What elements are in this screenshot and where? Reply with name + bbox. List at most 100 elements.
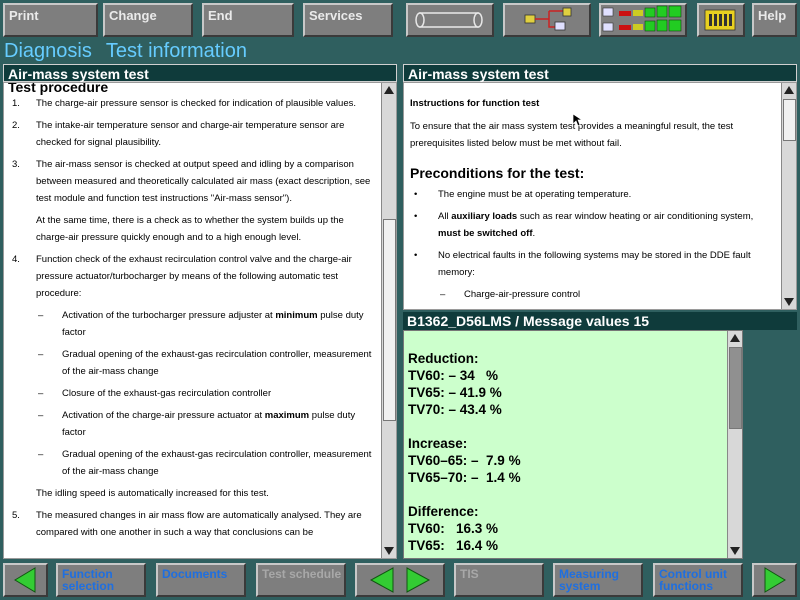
sub-list-item: – Closure of the exhaust-gas recirculatio… [8,385,378,402]
list-number: 2. [12,120,20,131]
preconditions-heading: Preconditions for the test: [410,165,585,181]
reduction-tv60: TV60: – 34 % [408,368,499,383]
list-number: 5. [12,510,20,521]
vehicle-connection-button[interactable] [503,3,591,37]
sub-text: Charge-air-pressure control [464,289,581,300]
sub-text: Activation of the turbocharger pressure … [62,310,276,321]
list-text: The charge-air pressure sensor is checke… [36,98,356,109]
reduction-heading: Reduction: [408,351,479,366]
list-item: • The engine must be at operating tempera… [410,186,778,203]
bullet: • [414,211,418,222]
difference-tv65: TV65: 16.4 % [408,538,499,553]
dash: – [38,310,44,321]
message-values-content: Reduction: TV60: – 34 % TV65: – 41.9 % T… [408,350,722,554]
difference-tv60: TV60: 16.3 % [408,521,499,536]
left-panel-title: Air-mass system test [3,64,397,82]
sub-list-item: – Activation of the turbocharger pressure… [8,307,378,341]
scroll-up-icon[interactable] [729,332,741,344]
tis-button[interactable]: TIS [454,563,544,597]
instructions-content: Instructions for function test To ensure… [410,95,778,308]
control-unit-functions-button[interactable]: Control unit functions [653,563,743,597]
reduction-tv65: TV65: – 41.9 % [408,385,502,400]
scroll-thumb[interactable] [729,347,742,429]
cylinder-icon-button[interactable] [406,3,494,37]
dash: – [38,410,44,421]
dash: – [38,349,44,360]
status-bars-icon [602,5,682,32]
list-item: 5. The measured changes in air mass flow … [8,507,378,541]
sub-text: Activation of the charge-air pressure ac… [62,410,265,421]
scroll-down-icon[interactable] [383,545,395,557]
change-button[interactable]: Change [103,3,193,37]
bullet: • [414,189,418,200]
arrow-right-icon [764,567,786,593]
sub-list-item: – Gradual opening of the exhaust-gas reci… [8,346,378,380]
instructions-panel: Instructions for function test To ensure… [403,82,797,310]
scroll-down-icon[interactable] [783,296,795,308]
left-scrollbar[interactable] [381,83,396,558]
forward-button[interactable] [752,563,797,597]
help-button[interactable]: Help [752,3,797,37]
function-selection-button[interactable]: Function selection [56,563,146,597]
measuring-system-button[interactable]: Measuring system [553,563,643,597]
test-schedule-button[interactable]: Test schedule [256,563,346,597]
heading-test-information: Test information [105,40,247,62]
list-text: The intake-air temperature sensor and ch… [36,120,345,148]
print-button[interactable]: Print [3,3,98,37]
right-panel-title: Air-mass system test [403,64,797,82]
reduction-tv70: TV70: – 43.4 % [408,402,502,417]
sub-list-item: – Activation of the charge-air pressure a… [8,407,378,441]
test-procedure-panel: Test procedure 1. The charge-air pressure… [3,82,397,559]
test-procedure-content: Test procedure 1. The charge-air pressure… [8,82,378,546]
dash: – [38,449,44,460]
bullet: • [414,250,418,261]
list-text: The air-mass sensor is checked at output… [36,159,371,204]
heading-diagnosis: Diagnosis [4,40,92,62]
connector-button[interactable] [697,3,745,37]
list-text: All [438,211,452,222]
end-button[interactable]: End [202,3,294,37]
scroll-up-icon[interactable] [783,84,795,96]
sub-text-bold: minimum [275,310,318,321]
documents-button[interactable]: Documents [156,563,246,597]
test-procedure-heading: Test procedure [8,82,109,95]
list-number: 3. [12,159,20,170]
list-text-bold: must be switched off [438,228,533,239]
list-number: 4. [12,254,20,265]
services-button[interactable]: Services [303,3,393,37]
sub-list-item: – Gradual opening of the exhaust-gas reci… [8,446,378,480]
arrow-left-icon [14,567,36,593]
list-text: The engine must be at operating temperat… [438,189,632,200]
scroll-up-icon[interactable] [383,84,395,96]
list-text: . [532,228,536,239]
message-values-scrollbar[interactable] [727,331,742,558]
instructions-scrollbar[interactable] [781,83,796,309]
page-heading: Diagnosis Test information [4,40,261,63]
dash: – [440,289,446,300]
back-button[interactable] [3,563,48,597]
list-text-bold: auxiliary loads [451,211,518,222]
list-item: 2. The intake-air temperature sensor and … [8,117,378,151]
instructions-text: To ensure that the air mass system test … [410,121,734,149]
list-item: • All auxiliary loads such as rear window… [410,208,778,242]
increase-tv60-65: TV60–65: – 7.9 % [408,453,521,468]
cylinder-icon [415,12,483,28]
mouse-cursor-icon [572,113,582,127]
list-number: 1. [12,98,20,109]
scroll-down-icon[interactable] [729,545,741,557]
sub-list-item: – Charge-air-pressure control [410,286,778,303]
paragraph: The idling speed is automatically increa… [36,488,269,499]
scroll-thumb[interactable] [383,219,396,421]
difference-heading: Difference: [408,504,479,519]
list-text: The measured changes in air mass flow ar… [36,510,362,538]
list-text: such as rear window heating or air condi… [517,211,754,222]
sub-text: Gradual opening of the exhaust-gas recir… [62,349,372,377]
increase-tv65-70: TV65–70: – 1.4 % [408,470,521,485]
scroll-thumb[interactable] [783,99,796,141]
page-navigation-button[interactable] [355,563,445,597]
status-bars-button[interactable] [599,3,687,37]
sub-text: Gradual opening of the exhaust-gas recir… [62,449,372,477]
arrow-left-right-icon [369,567,431,593]
increase-heading: Increase: [408,436,468,451]
message-values-title: B1362_D56LMS / Message values 15 [403,312,797,330]
